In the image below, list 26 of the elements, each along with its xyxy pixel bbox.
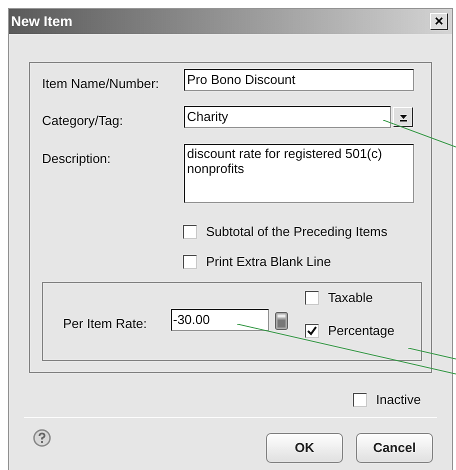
category-dropdown[interactable]: Charity <box>184 106 391 128</box>
checkbox[interactable] <box>353 392 367 407</box>
checkbox-label: Subtotal of the Preceding Items <box>206 223 388 241</box>
checkbox-label: Taxable <box>328 289 373 307</box>
field-label: Item Name/Number: <box>42 75 160 93</box>
window-title: New Item <box>11 12 72 31</box>
field-label: Description: <box>42 150 111 168</box>
rate-label: Per Item Rate: <box>63 315 147 333</box>
checkbox[interactable] <box>183 224 197 239</box>
field-label: Category/Tag: <box>42 112 123 130</box>
down-arrow-icon <box>398 112 408 122</box>
calculator-icon[interactable] <box>275 312 288 330</box>
rate-field[interactable]: -30.00 <box>171 309 269 331</box>
close-button[interactable]: × <box>430 13 448 30</box>
dialog-button[interactable]: Cancel <box>356 433 433 463</box>
help-icon[interactable] <box>33 429 51 447</box>
dialog-button[interactable]: OK <box>266 433 343 463</box>
checkbox[interactable] <box>305 324 319 338</box>
checkbox-label: Inactive <box>376 391 421 409</box>
checkbox[interactable] <box>183 254 197 269</box>
description-field[interactable]: discount rate for registered 501(c) nonprofits <box>184 144 414 203</box>
name-field[interactable]: Pro Bono Discount <box>184 69 414 91</box>
checkbox-label: Print Extra Blank Line <box>206 253 332 271</box>
checkbox-label: Percentage <box>328 322 394 340</box>
checkbox[interactable] <box>305 290 319 305</box>
dropdown-button[interactable] <box>393 107 413 127</box>
